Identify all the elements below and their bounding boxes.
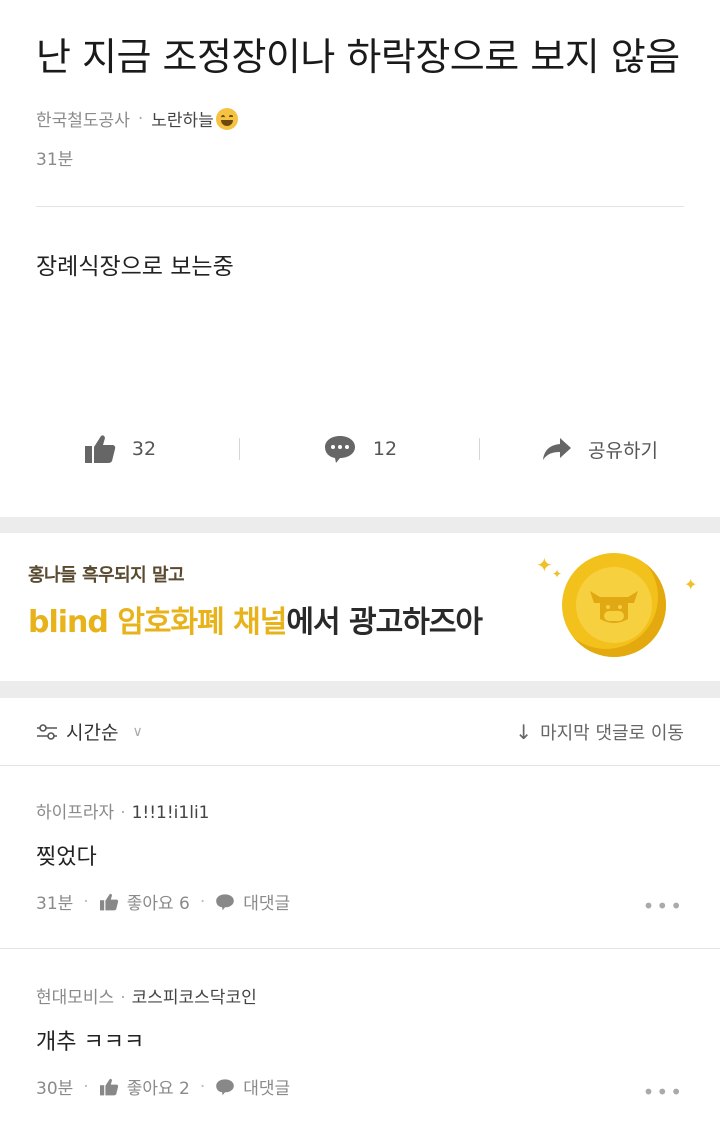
action-separator bbox=[239, 438, 240, 460]
comment-likes: 좋아요 6 bbox=[126, 894, 190, 914]
author-nickname[interactable]: 노란하늘 bbox=[151, 106, 214, 131]
grinning-emoji-icon bbox=[215, 107, 238, 130]
comment-company[interactable]: 현대모비스 bbox=[36, 988, 114, 1008]
comment-body: 개추 ㅋㅋㅋ bbox=[36, 1030, 145, 1055]
more-options-icon[interactable]: ••• bbox=[643, 1080, 684, 1104]
reply-label: 대댓글 bbox=[243, 894, 291, 914]
gold-coin-icon bbox=[562, 553, 666, 657]
thumbs-up-icon bbox=[84, 434, 116, 464]
comment-count: 12 bbox=[372, 438, 398, 460]
sort-dropdown[interactable]: 시간순 ∨ bbox=[36, 718, 143, 745]
sort-label: 시간순 bbox=[66, 722, 119, 744]
separator-dot: · bbox=[199, 1076, 206, 1097]
comment-likes: 좋아요 2 bbox=[126, 1079, 190, 1099]
share-button[interactable]: 공유하기 bbox=[480, 436, 720, 463]
post-time: 31분 bbox=[36, 150, 74, 170]
post: 난 지금 조정장이나 하락장으로 보지 않음 한국철도공사 · 노란하늘 31분… bbox=[0, 0, 720, 281]
post-body: 장례식장으로 보는중 bbox=[36, 254, 234, 280]
speech-bubble-icon bbox=[215, 1078, 235, 1096]
sparkle-icon: ✦ bbox=[552, 567, 563, 581]
comment-item: 현대모비스 · 코스피코스닥코인 개추 ㅋㅋㅋ 30분 · 좋아요 2 · 대댓글 bbox=[0, 983, 720, 1099]
comment-button[interactable]: 12 bbox=[240, 434, 480, 464]
reply-button[interactable]: 대댓글 bbox=[215, 889, 290, 914]
author-company[interactable]: 한국철도공사 bbox=[36, 106, 130, 131]
more-options-icon[interactable]: ••• bbox=[643, 894, 684, 918]
post-actions: 32 12 공유하기 bbox=[0, 426, 720, 472]
share-label: 공유하기 bbox=[588, 439, 658, 462]
like-button[interactable]: 32 bbox=[0, 434, 240, 464]
section-band bbox=[0, 517, 720, 533]
comment-like-button[interactable]: 좋아요 2 bbox=[99, 1074, 190, 1099]
separator-dot: · bbox=[120, 988, 126, 1008]
separator-dot: · bbox=[137, 108, 144, 129]
sparkle-icon: ✦ bbox=[536, 553, 553, 577]
comment-sort-bar: 시간순 ∨ ↓ 마지막 댓글로 이동 bbox=[0, 698, 720, 766]
share-arrow-icon bbox=[542, 436, 572, 462]
reply-label: 대댓글 bbox=[243, 1079, 291, 1099]
separator-dot: · bbox=[83, 891, 89, 912]
comment-time: 31분 bbox=[36, 894, 74, 914]
arrow-down-icon: ↓ bbox=[515, 719, 533, 744]
section-band bbox=[0, 681, 720, 698]
banner-highlight: blind 암호화폐 채널 bbox=[28, 605, 287, 640]
post-title: 난 지금 조정장이나 하락장으로 보지 않음 bbox=[36, 35, 680, 79]
comment-body: 찢었다 bbox=[36, 845, 97, 870]
comment-like-button[interactable]: 좋아요 6 bbox=[99, 889, 190, 914]
comment-divider bbox=[0, 948, 720, 949]
speech-bubble-icon bbox=[323, 434, 357, 464]
comment-item: 하이프라자 · 1!!1!i1li1 찢었다 31분 · 좋아요 6 · 대댓글 bbox=[0, 798, 720, 914]
jump-label: 마지막 댓글로 이동 bbox=[540, 722, 684, 744]
speech-bubble-icon bbox=[215, 893, 235, 911]
like-count: 32 bbox=[131, 438, 157, 460]
comment-meta: 30분 · 좋아요 2 · 대댓글 bbox=[36, 1074, 684, 1100]
comment-nickname[interactable]: 코스피코스닥코인 bbox=[132, 988, 257, 1008]
separator-dot: · bbox=[120, 803, 126, 823]
comment-meta: 31분 · 좋아요 6 · 대댓글 bbox=[36, 889, 684, 915]
action-separator bbox=[479, 438, 480, 460]
thumbs-up-icon bbox=[99, 893, 119, 911]
sparkle-icon: ✦ bbox=[684, 575, 698, 594]
author-row: 한국철도공사 · 노란하늘 bbox=[36, 106, 684, 131]
jump-to-last-comment[interactable]: ↓ 마지막 댓글로 이동 bbox=[515, 719, 684, 745]
banner-subtitle: 홍나들 흑우되지 말고 bbox=[28, 565, 185, 586]
ad-banner[interactable]: 홍나들 흑우되지 말고 blind 암호화폐 채널에서 광고하즈아 ✦ ✦ ✦ bbox=[0, 533, 720, 681]
comment-author: 현대모비스 · 코스피코스닥코인 bbox=[36, 983, 684, 1008]
comment-company[interactable]: 하이프라자 bbox=[36, 803, 114, 823]
comment-author: 하이프라자 · 1!!1!i1li1 bbox=[36, 798, 684, 823]
separator-dot: · bbox=[199, 891, 206, 912]
separator-dot: · bbox=[83, 1076, 89, 1097]
banner-headline-rest: 에서 광고하즈아 bbox=[286, 605, 483, 640]
divider bbox=[36, 206, 684, 207]
comment-nickname[interactable]: 1!!1!i1li1 bbox=[132, 803, 210, 823]
comment-time: 30분 bbox=[36, 1079, 74, 1099]
filter-sliders-icon bbox=[36, 722, 58, 742]
cow-face-icon bbox=[590, 591, 638, 623]
chevron-down-icon: ∨ bbox=[132, 723, 143, 740]
banner-headline: blind 암호화폐 채널에서 광고하즈아 bbox=[28, 597, 483, 641]
thumbs-up-icon bbox=[99, 1078, 119, 1096]
reply-button[interactable]: 대댓글 bbox=[215, 1074, 290, 1099]
